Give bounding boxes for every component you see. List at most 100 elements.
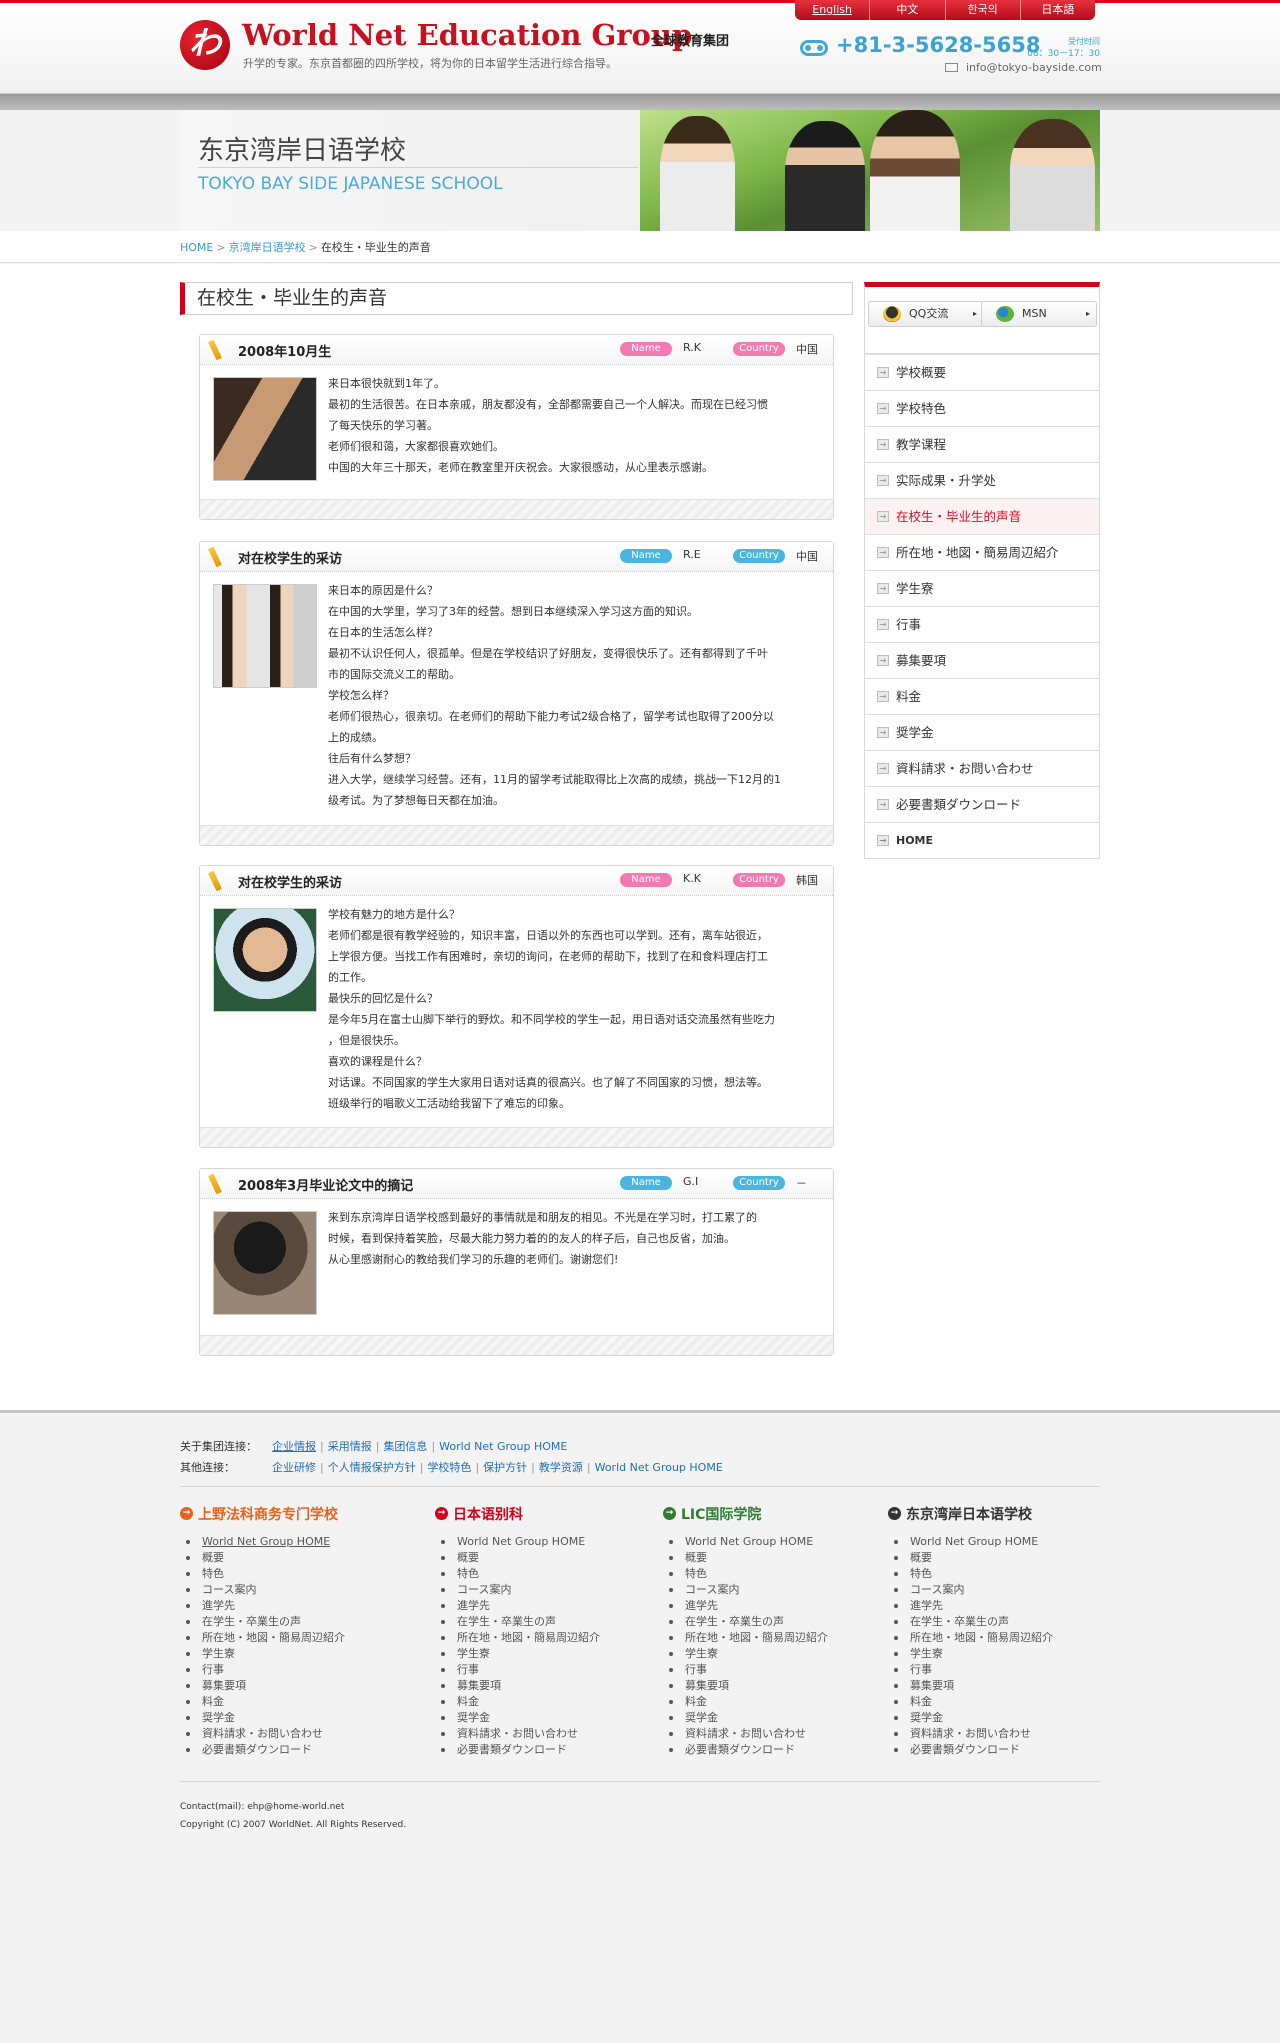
footer-school-link[interactable]: 資料請求・お問い合わせ <box>663 1726 883 1742</box>
footer-school-link[interactable]: 在学生・卒業生の声 <box>180 1614 400 1630</box>
lang-japanese[interactable]: 日本語 <box>1021 0 1095 20</box>
footer-school-link[interactable]: 資料請求・お問い合わせ <box>888 1726 1108 1742</box>
footer-school-link[interactable]: 奨学金 <box>888 1710 1108 1726</box>
footer-school-link[interactable]: 奨学金 <box>180 1710 400 1726</box>
footer-school-link[interactable]: 進学先 <box>435 1598 655 1614</box>
footer-school-link[interactable]: 資料請求・お問い合わせ <box>180 1726 400 1742</box>
footer-link[interactable]: 采用情报 <box>328 1440 372 1453</box>
banner-photo <box>640 110 1100 231</box>
footer-school-link[interactable]: 学生寮 <box>663 1646 883 1662</box>
footer-school-link[interactable]: 概要 <box>888 1550 1108 1566</box>
footer-link[interactable]: World Net Group HOME <box>439 1440 567 1453</box>
breadcrumb-school[interactable]: 京湾岸日语学校 <box>229 241 306 254</box>
footer-school-link[interactable]: 進学先 <box>180 1598 400 1614</box>
footer-school-link[interactable]: 奨学金 <box>435 1710 655 1726</box>
footer-school-link[interactable]: 必要書類ダウンロード <box>435 1742 655 1758</box>
footer-school-link[interactable]: コース案内 <box>435 1582 655 1598</box>
breadcrumb-home[interactable]: HOME <box>180 241 213 254</box>
footer-school-link[interactable]: 進学先 <box>663 1598 883 1614</box>
footer-school-link[interactable]: コース案内 <box>888 1582 1108 1598</box>
footer-school-link[interactable]: 行事 <box>435 1662 655 1678</box>
footer-link[interactable]: 学校特色 <box>427 1461 471 1474</box>
footer-school-link[interactable]: 特色 <box>663 1566 883 1582</box>
footer-school-link[interactable]: 所在地・地図・簡易周辺紹介 <box>663 1630 883 1646</box>
footer-school-title[interactable]: → 东京湾岸日本语学校 <box>888 1504 1108 1526</box>
footer-school-link[interactable]: 在学生・卒業生の声 <box>435 1614 655 1630</box>
lang-korean[interactable]: 한국의 <box>946 0 1021 20</box>
footer-school-link[interactable]: 概要 <box>435 1550 655 1566</box>
sidebar-menu-item[interactable]: → HOME <box>865 822 1099 858</box>
sidebar-menu-item[interactable]: → 教学课程 <box>865 426 1099 462</box>
footer-school-link[interactable]: 学生寮 <box>888 1646 1108 1662</box>
footer-school-link[interactable]: World Net Group HOME <box>663 1534 883 1550</box>
sidebar-menu-item[interactable]: → 学校概要 <box>865 354 1099 390</box>
sidebar-menu-item[interactable]: → 募集要項 <box>865 642 1099 678</box>
sidebar-menu-item[interactable]: → 学生寮 <box>865 570 1099 606</box>
footer-school-link[interactable]: 料金 <box>888 1694 1108 1710</box>
footer-link[interactable]: 企业情报 <box>272 1440 316 1453</box>
footer-school-link[interactable]: 特色 <box>435 1566 655 1582</box>
footer-school-link[interactable]: コース案内 <box>180 1582 400 1598</box>
footer-school-link[interactable]: 特色 <box>888 1566 1108 1582</box>
footer-school-link[interactable]: コース案内 <box>663 1582 883 1598</box>
footer-school-link[interactable]: 募集要項 <box>663 1678 883 1694</box>
footer-school-link[interactable]: 料金 <box>663 1694 883 1710</box>
sidebar-menu-item[interactable]: → 所在地・地図・簡易周辺紹介 <box>865 534 1099 570</box>
sidebar-menu-item[interactable]: → 資料請求・お問い合わせ <box>865 750 1099 786</box>
footer-school-link[interactable]: World Net Group HOME <box>435 1534 655 1550</box>
footer-school-link[interactable]: 在学生・卒業生の声 <box>888 1614 1108 1630</box>
footer-school-link[interactable]: 行事 <box>888 1662 1108 1678</box>
footer-school-link[interactable]: 行事 <box>180 1662 400 1678</box>
logo-icon[interactable]: わ <box>180 20 230 70</box>
footer-school-title[interactable]: → 上野法科商务专门学校 <box>180 1504 400 1526</box>
contact-mail: Contact(mail): ehp@home-world.net <box>180 1802 345 1812</box>
footer-school-link[interactable]: 学生寮 <box>180 1646 400 1662</box>
footer-school-link[interactable]: 奨学金 <box>663 1710 883 1726</box>
footer-school-link[interactable]: 必要書類ダウンロード <box>888 1742 1108 1758</box>
footer-school-link[interactable]: 募集要項 <box>435 1678 655 1694</box>
lang-english[interactable]: English <box>795 0 871 20</box>
footer-school-link[interactable]: 在学生・卒業生の声 <box>663 1614 883 1630</box>
site-title[interactable]: World Net Education Group <box>242 18 692 52</box>
footer-link[interactable]: 教学资源 <box>539 1461 583 1474</box>
contact-email[interactable]: info@tokyo-bayside.com <box>966 61 1102 74</box>
footer-school-title[interactable]: → 日本语别科 <box>435 1504 655 1526</box>
site-title-cn: 全球教育集团 <box>651 34 730 49</box>
card-header: 对在校学生的采访 Name R.E Country 中国 <box>200 542 833 572</box>
footer-school-link[interactable]: 概要 <box>180 1550 400 1566</box>
footer-school-link[interactable]: 学生寮 <box>435 1646 655 1662</box>
footer-school-link[interactable]: 必要書類ダウンロード <box>663 1742 883 1758</box>
footer-school-link[interactable]: 行事 <box>663 1662 883 1678</box>
sidebar-menu-item[interactable]: → 料金 <box>865 678 1099 714</box>
footer-school-link[interactable]: 料金 <box>180 1694 400 1710</box>
footer-school-link[interactable]: 進学先 <box>888 1598 1108 1614</box>
footer-school-link[interactable]: 必要書類ダウンロード <box>180 1742 400 1758</box>
footer-link[interactable]: 个人情报保护方针 <box>328 1461 416 1474</box>
footer-school-link[interactable]: 料金 <box>435 1694 655 1710</box>
lang-chinese[interactable]: 中文 <box>870 0 946 20</box>
footer-school-title[interactable]: → LIC国际学院 <box>663 1504 883 1526</box>
footer-school-link[interactable]: 募集要項 <box>180 1678 400 1694</box>
footer-school-link[interactable]: 特色 <box>180 1566 400 1582</box>
footer-school-link[interactable]: 資料請求・お問い合わせ <box>435 1726 655 1742</box>
qq-chat-button[interactable]: QQ交流 ▸ <box>868 301 984 327</box>
footer-school-link[interactable]: 募集要項 <box>888 1678 1108 1694</box>
sidebar-menu-item[interactable]: → 实际成果・升学处 <box>865 462 1099 498</box>
footer-link[interactable]: 保护方针 <box>483 1461 527 1474</box>
footer-school-link[interactable]: 所在地・地図・簡易周辺紹介 <box>435 1630 655 1646</box>
footer-school-link[interactable]: World Net Group HOME <box>180 1534 400 1550</box>
footer-link[interactable]: 企业研修 <box>272 1461 316 1474</box>
footer-school-link[interactable]: 所在地・地図・簡易周辺紹介 <box>180 1630 400 1646</box>
footer-school-link[interactable]: 所在地・地図・簡易周辺紹介 <box>888 1630 1108 1646</box>
footer-school-link[interactable]: 概要 <box>663 1550 883 1566</box>
footer-link[interactable]: World Net Group HOME <box>595 1461 723 1474</box>
sidebar-menu-item[interactable]: → 学校特色 <box>865 390 1099 426</box>
msn-chat-button[interactable]: MSN ▸ <box>981 301 1097 327</box>
sidebar-menu-item[interactable]: → 奨学金 <box>865 714 1099 750</box>
card-text-line: 进入大学，继续学习经营。还有，11月的留学考试能取得比上次高的成绩，挑战一下12… <box>328 773 781 786</box>
sidebar-menu-item[interactable]: → 在校生・毕业生的声音 <box>865 498 1099 534</box>
sidebar-menu-item[interactable]: → 必要書類ダウンロード <box>865 786 1099 822</box>
footer-school-link[interactable]: World Net Group HOME <box>888 1534 1108 1550</box>
sidebar-menu-item[interactable]: → 行事 <box>865 606 1099 642</box>
footer-link[interactable]: 集团信息 <box>383 1440 427 1453</box>
